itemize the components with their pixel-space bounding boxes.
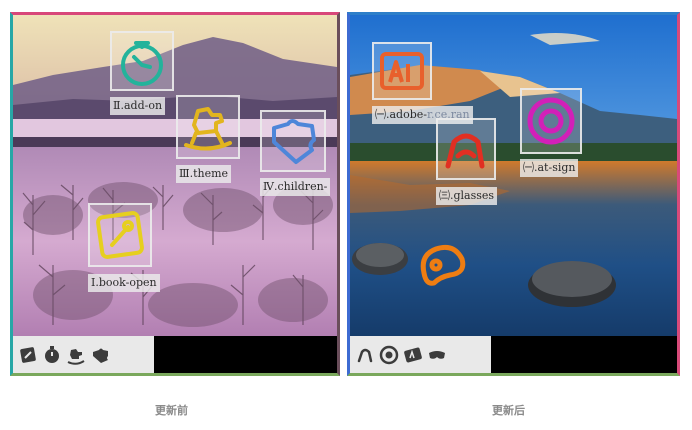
puzzle-piece-icon[interactable] — [89, 344, 111, 366]
rocking-horse-icon — [184, 107, 232, 151]
adobe-icon[interactable] — [402, 344, 424, 366]
glasses-icon[interactable] — [354, 344, 376, 366]
bottom-bar — [13, 336, 337, 373]
before-panel: Ⅱ.add-on Ⅲ.theme Ⅳ.children- Ⅰ.book-open — [10, 12, 340, 376]
rocking-horse-icon[interactable] — [65, 344, 87, 366]
icon-tray — [13, 336, 154, 373]
at-sign-icon[interactable] — [378, 344, 400, 366]
children-label: Ⅳ.children- — [260, 178, 331, 196]
book-open-card[interactable] — [88, 203, 152, 267]
add-on-label: Ⅱ.add-on — [110, 97, 166, 115]
goggles-icon[interactable] — [414, 235, 472, 293]
glasses-icon — [445, 133, 485, 169]
glasses-card[interactable] — [436, 118, 496, 180]
add-on-card[interactable] — [110, 31, 174, 91]
adobe-label-text: ㈠.adobe- — [375, 108, 427, 121]
stopwatch-icon[interactable] — [41, 344, 63, 366]
adobe-card[interactable] — [372, 42, 432, 100]
goggles-icon[interactable] — [426, 344, 448, 366]
puzzle-piece-icon — [272, 119, 316, 164]
glasses-label: ㈢.glasses — [436, 187, 498, 205]
after-panel: ㈠.adobe-r.ce.ran ㈢.glasses ㈠.at-sign — [347, 12, 680, 376]
bottom-bar — [350, 336, 677, 373]
stopwatch-icon — [121, 41, 163, 86]
book-open-icon — [96, 211, 144, 259]
after-caption: 更新后 — [492, 404, 525, 417]
theme-label: Ⅲ.theme — [176, 165, 232, 183]
book-open-icon[interactable] — [17, 344, 39, 366]
before-caption: 更新前 — [155, 404, 188, 417]
book-open-label: Ⅰ.book-open — [88, 274, 160, 292]
icon-tray — [350, 336, 491, 373]
theme-card[interactable] — [176, 95, 240, 159]
adobe-icon — [380, 52, 424, 90]
at-sign-icon — [527, 97, 575, 145]
at-sign-card[interactable] — [520, 88, 582, 154]
winter-lake-scene — [13, 15, 337, 336]
children-card[interactable] — [260, 110, 326, 172]
at-sign-label: ㈠.at-sign — [520, 159, 579, 177]
